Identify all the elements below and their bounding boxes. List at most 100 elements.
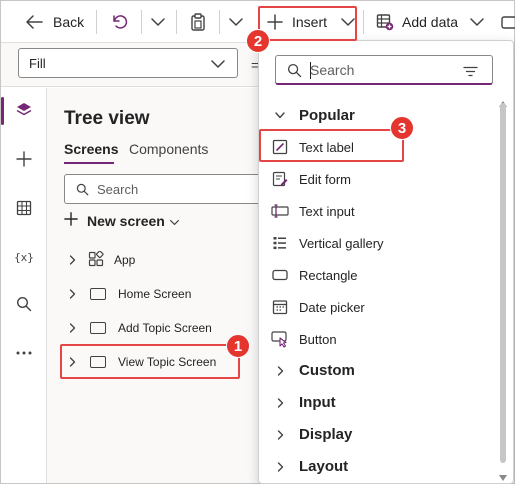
more-rail-button[interactable] [1, 330, 47, 370]
tab-screens[interactable]: Screens [64, 141, 118, 157]
group-input[interactable]: Input [273, 394, 336, 411]
insert-menu: Search Popular Text label Edit form Text… [258, 40, 514, 484]
menu-item-label: Date picker [299, 299, 365, 315]
new-screen-button[interactable]: New screen [64, 212, 179, 229]
tree-item-home-screen[interactable]: Home Screen [60, 278, 284, 310]
toolbar-divider [219, 10, 220, 34]
highlight-box-text-label [259, 129, 404, 162]
overflow-tab-icon[interactable] [501, 1, 515, 43]
search-icon [287, 63, 302, 81]
group-display[interactable]: Display [273, 426, 352, 443]
menu-item-date-picker[interactable]: Date picker [271, 298, 365, 316]
variables-rail-button[interactable]: {x} [1, 237, 47, 277]
menu-item-label: Rectangle [299, 267, 358, 283]
chevron-down-icon [211, 57, 225, 72]
tree-item-add-topic-screen[interactable]: Add Topic Screen [60, 312, 284, 344]
scrollbar-thumb[interactable] [500, 103, 506, 463]
table-icon [16, 200, 32, 219]
text-input-icon [271, 202, 289, 220]
edit-form-icon [271, 170, 289, 188]
chevron-right-icon [273, 365, 287, 376]
undo-menu-button[interactable] [151, 1, 165, 43]
tree-view-rail-button[interactable] [1, 91, 47, 131]
arrow-left-icon [25, 14, 43, 30]
menu-item-button[interactable]: Button [271, 330, 337, 348]
chevron-right-icon [273, 397, 287, 408]
app-icon [88, 249, 104, 270]
toolbar-divider [96, 10, 97, 34]
menu-item-text-input[interactable]: Text input [271, 202, 355, 220]
highlight-box-view-topic-screen [60, 344, 240, 379]
group-popular[interactable]: Popular [273, 107, 355, 124]
insert-search-placeholder: Search [310, 61, 355, 78]
group-label: Custom [299, 362, 355, 379]
tree-item-label: Add Topic Screen [118, 321, 212, 335]
chevron-down-icon [229, 17, 243, 27]
menu-item-label: Text input [299, 203, 355, 219]
menu-item-edit-form[interactable]: Edit form [271, 170, 351, 188]
group-label: Input [299, 394, 336, 411]
add-data-button[interactable]: Add data [376, 1, 484, 43]
paste-button[interactable] [190, 1, 206, 43]
menu-item-label: Edit form [299, 171, 352, 187]
menu-item-vertical-gallery[interactable]: Vertical gallery [271, 234, 384, 252]
chevron-right-icon [64, 255, 80, 265]
step-badge-1: 1 [226, 334, 250, 358]
search-icon [16, 296, 32, 315]
new-screen-label: New screen [87, 212, 165, 229]
chevron-right-icon [273, 461, 287, 472]
highlight-box-insert [258, 6, 357, 41]
chevron-right-icon [64, 323, 80, 333]
vertical-gallery-icon [271, 234, 289, 252]
group-custom[interactable]: Custom [273, 362, 355, 379]
menu-item-label: Vertical gallery [299, 235, 384, 251]
property-value: Fill [29, 55, 46, 71]
undo-button[interactable] [111, 1, 129, 43]
insert-rail-button[interactable] [1, 140, 47, 180]
chevron-down-icon [169, 213, 179, 229]
group-label: Layout [299, 458, 349, 475]
tree-view-title: Tree view [64, 108, 150, 129]
button-icon [271, 330, 289, 348]
step-badge-2: 2 [246, 29, 270, 53]
menu-item-rectangle[interactable]: Rectangle [271, 266, 358, 284]
tree-item-app[interactable]: App [60, 244, 284, 276]
toolbar-divider [363, 10, 364, 34]
toolbar-divider [176, 10, 177, 34]
insert-search-input[interactable]: Search [275, 55, 493, 85]
group-label: Popular [299, 107, 355, 124]
data-rail-button[interactable] [1, 189, 47, 229]
screen-icon [90, 288, 106, 300]
paste-menu-button[interactable] [229, 1, 243, 43]
search-rail-button[interactable] [1, 285, 47, 325]
filter-icon[interactable] [463, 64, 478, 80]
toolbar-divider [141, 10, 142, 34]
tab-components[interactable]: Components [129, 141, 208, 157]
active-tab-indicator [64, 162, 114, 164]
chevron-right-icon [273, 429, 287, 440]
tree-item-label: App [114, 253, 136, 267]
screen-icon [90, 322, 106, 334]
tree-item-label: Home Screen [118, 287, 192, 301]
back-button[interactable]: Back [25, 1, 84, 43]
property-dropdown[interactable]: Fill [18, 48, 238, 78]
chevron-right-icon [64, 289, 80, 299]
search-icon [76, 183, 89, 199]
back-label: Back [53, 14, 85, 30]
tree-search-placeholder: Search [97, 181, 139, 197]
group-label: Display [299, 426, 353, 443]
plus-icon [16, 150, 32, 170]
database-plus-icon [376, 13, 394, 31]
date-picker-icon [271, 298, 289, 316]
group-layout[interactable]: Layout [273, 458, 348, 475]
left-rail: {x} [1, 88, 47, 483]
plus-icon [64, 212, 78, 229]
step-badge-3: 3 [390, 116, 414, 140]
undo-icon [111, 13, 129, 31]
variables-icon: {x} [14, 250, 34, 264]
menu-item-label: Button [299, 331, 337, 347]
add-data-label: Add data [402, 14, 459, 30]
chevron-down-icon [151, 17, 165, 27]
scroll-down-icon[interactable] [499, 469, 507, 484]
tree-view-panel: Tree view Screens Components Search New … [47, 88, 304, 483]
